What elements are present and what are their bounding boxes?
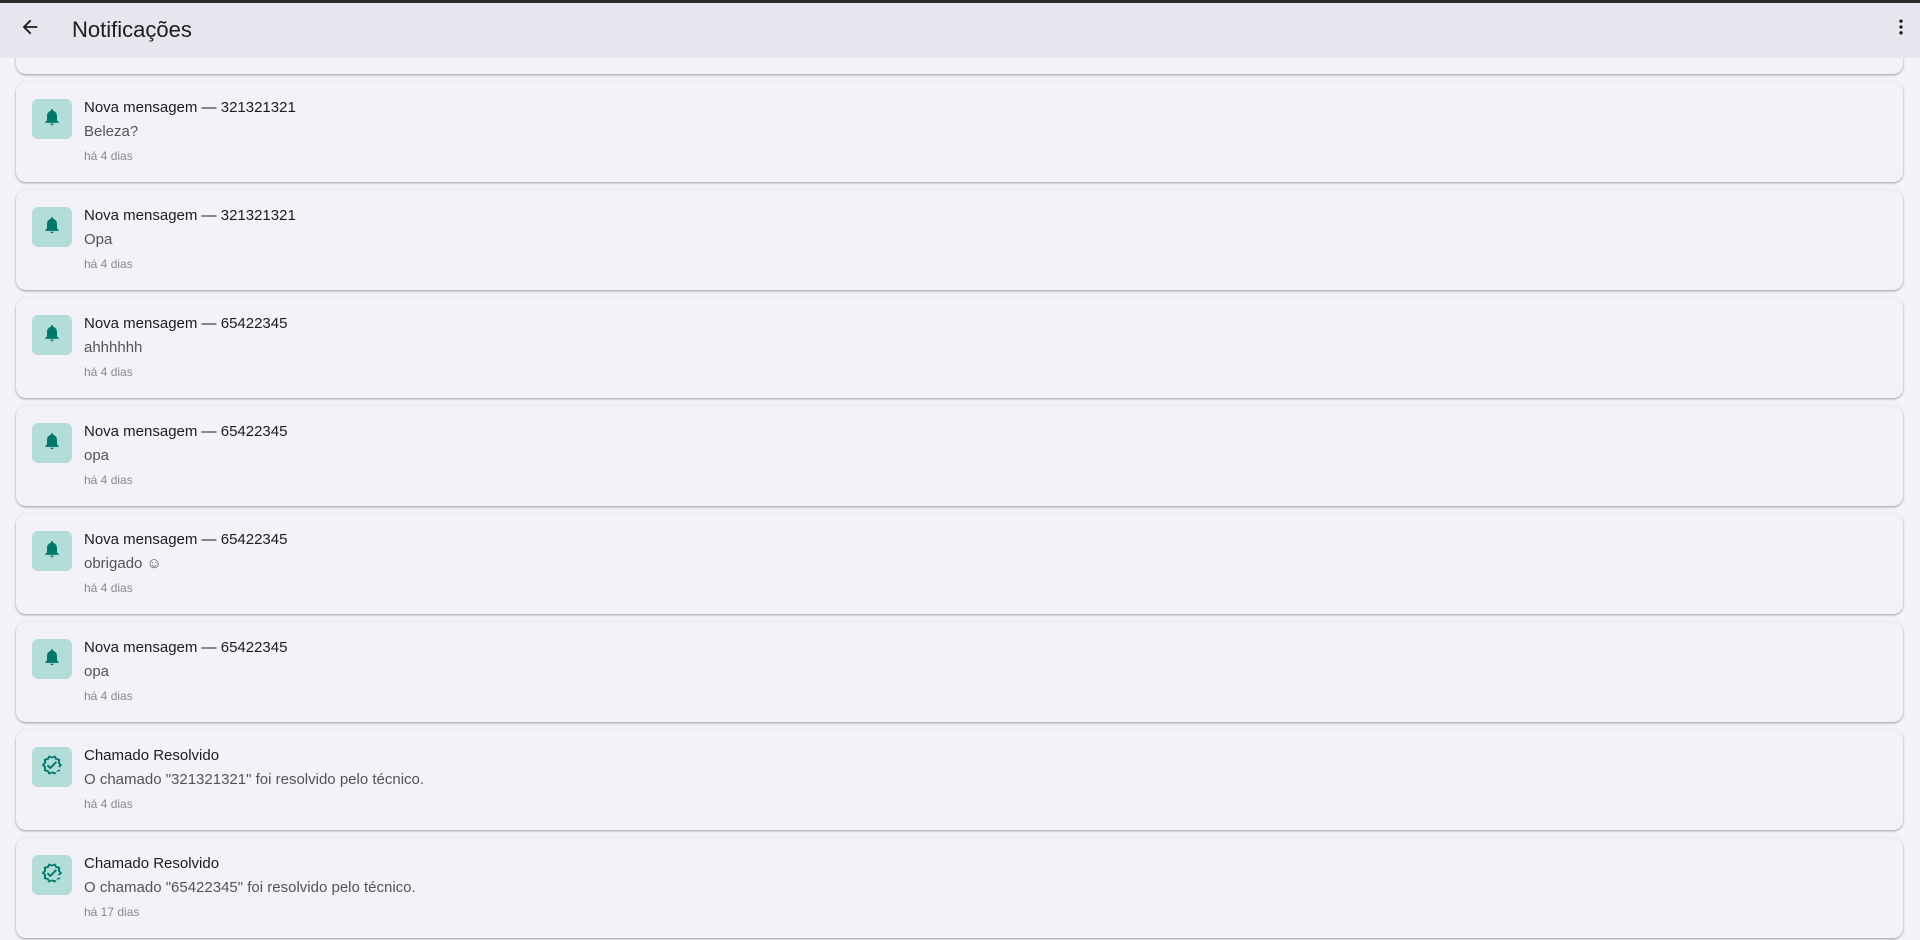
notification-icon-box [32, 747, 72, 787]
notification-body: opa [84, 447, 110, 464]
notification-title: Nova mensagem — 65422345 [84, 531, 288, 548]
back-button[interactable] [12, 11, 48, 47]
verified-check-icon [41, 862, 63, 889]
notification-time: há 17 dias [84, 905, 140, 919]
notification-icon-box [32, 423, 72, 463]
notification-title: Chamado Resolvido [84, 747, 220, 764]
notification-title: Chamado Resolvido [84, 855, 220, 872]
notification-time: há 4 dias [84, 149, 133, 163]
notification-body: obrigado ☺ [84, 555, 162, 572]
app-bar: Notificações [0, 3, 1920, 58]
verified-check-icon [41, 754, 63, 781]
notification-body: opa [84, 663, 110, 680]
page-title: Notificações [72, 17, 192, 42]
notification-time: há 4 dias [84, 473, 133, 487]
notification-card[interactable]: Nova mensagem — 65422345 opa há 4 dias [16, 622, 1903, 722]
notification-icon-box [32, 315, 72, 355]
more-options-button[interactable] [1886, 11, 1916, 47]
notification-time: há 4 dias [84, 257, 133, 271]
notification-icon-box [32, 639, 72, 679]
notifications-list[interactable]: Nova mensagem — 321321321 Beleza? há 4 d… [0, 58, 1920, 940]
notification-body: O chamado "65422345" foi resolvido pelo … [84, 879, 416, 896]
notification-card[interactable]: Nova mensagem — 65422345 obrigado ☺ há 4… [16, 514, 1903, 614]
notification-icon-box [32, 99, 72, 139]
notification-title: Nova mensagem — 321321321 [84, 207, 296, 224]
bell-icon [42, 215, 62, 240]
notification-card-partial[interactable] [16, 58, 1903, 74]
notification-card[interactable]: Nova mensagem — 321321321 Beleza? há 4 d… [16, 82, 1903, 182]
notification-card[interactable]: Nova mensagem — 65422345 ahhhhhh há 4 di… [16, 298, 1903, 398]
notification-time: há 4 dias [84, 689, 133, 703]
notification-icon-box [32, 531, 72, 571]
notification-body: Opa [84, 231, 113, 248]
notification-icon-box [32, 855, 72, 895]
notification-title: Nova mensagem — 321321321 [84, 99, 296, 116]
bell-icon [42, 107, 62, 132]
notification-body: O chamado "321321321" foi resolvido pelo… [84, 771, 425, 788]
notification-body: Beleza? [84, 123, 139, 140]
notification-body: ahhhhhh [84, 339, 143, 356]
notification-card[interactable]: Chamado Resolvido O chamado "65422345" f… [16, 838, 1903, 938]
notification-card[interactable]: Nova mensagem — 65422345 opa há 4 dias [16, 406, 1903, 506]
notification-title: Nova mensagem — 65422345 [84, 423, 288, 440]
notification-title: Nova mensagem — 65422345 [84, 639, 288, 656]
bell-icon [42, 323, 62, 348]
notification-title: Nova mensagem — 65422345 [84, 315, 288, 332]
notification-time: há 4 dias [84, 365, 133, 379]
notification-time: há 4 dias [84, 797, 133, 811]
notification-time: há 4 dias [84, 581, 133, 595]
notification-card[interactable]: Chamado Resolvido O chamado "321321321" … [16, 730, 1903, 830]
bell-icon [42, 539, 62, 564]
notification-icon-box [32, 207, 72, 247]
bell-icon [42, 647, 62, 672]
more-vert-icon [1891, 17, 1911, 42]
notification-card[interactable]: Nova mensagem — 321321321 Opa há 4 dias [16, 190, 1903, 290]
bell-icon [42, 431, 62, 456]
arrow-back-icon [19, 16, 41, 43]
